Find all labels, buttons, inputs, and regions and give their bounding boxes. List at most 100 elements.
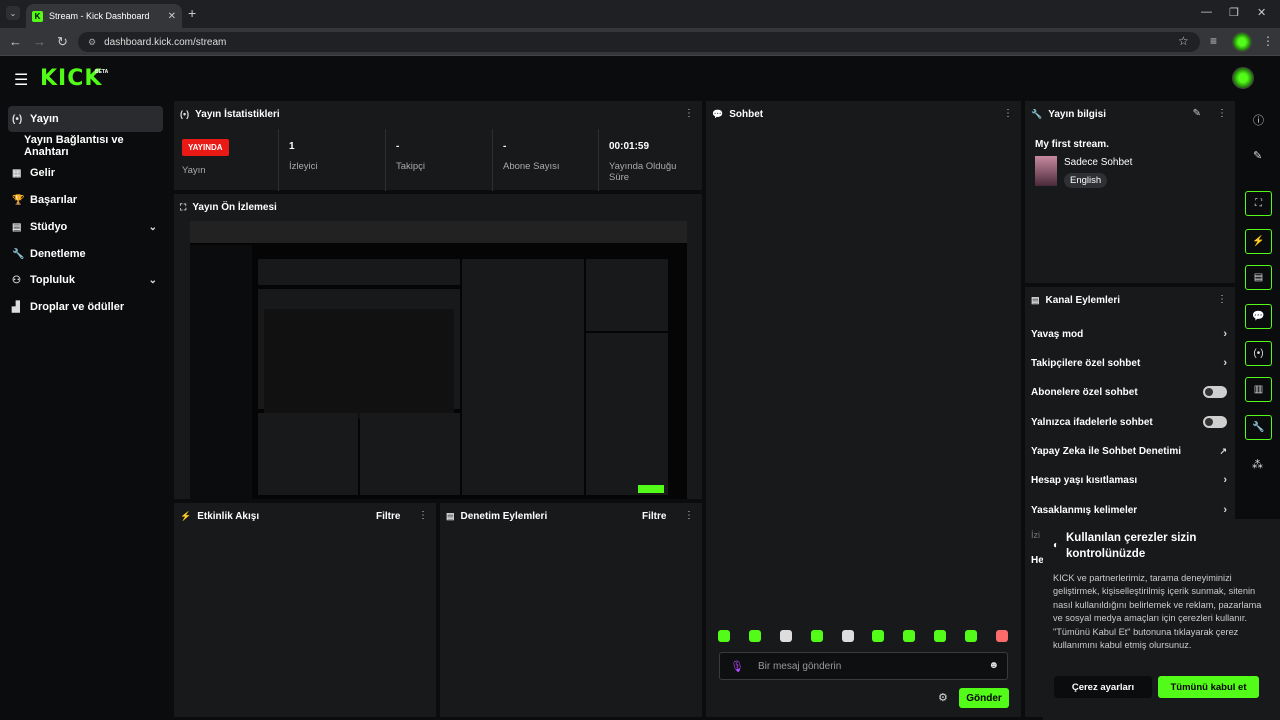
panel-header: ⛶ Yayın Ön İzlemesi	[174, 194, 702, 220]
back-icon[interactable]: ←	[9, 34, 22, 49]
emote-icon[interactable]	[779, 630, 792, 642]
microphone-icon[interactable]: 🎙	[730, 660, 744, 673]
hamburger-menu-icon[interactable]: ☰	[14, 70, 28, 90]
sidebar-item-label: Yayın Bağlantısı ve Anahtarı	[24, 134, 124, 158]
stat-subscribers: - Abone Sayısı	[492, 129, 560, 191]
sidebar-item-label: Stüdyo	[30, 221, 68, 233]
sidebar-item-label: Başarılar	[30, 194, 78, 206]
preview-nested-video	[264, 309, 454, 419]
sidebar-item-basarilar[interactable]: 🏆 Başarılar	[8, 187, 163, 213]
tab-list-icon[interactable]: ≡	[1210, 34, 1217, 48]
banned-words-row[interactable]: Yasaklanmış kelimeler ›	[1031, 500, 1229, 520]
moderation-toggle-icon[interactable]: ▤	[1245, 265, 1272, 290]
panel-title: Kanal Eylemleri	[1045, 294, 1120, 306]
more-options-icon[interactable]: ⋮	[684, 510, 694, 521]
bookmark-star-icon[interactable]: ☆	[1178, 34, 1189, 48]
stats-toggle-icon[interactable]: (•)	[1245, 341, 1272, 366]
tab-title: Stream - Kick Dashboard	[49, 11, 150, 21]
layout-icon[interactable]: ⁂	[1252, 458, 1263, 471]
emote-icon[interactable]	[718, 630, 730, 642]
chevron-right-icon: ›	[1223, 357, 1227, 369]
forward-icon[interactable]: →	[33, 34, 46, 49]
edit-icon[interactable]: ✎	[1253, 149, 1262, 162]
emote-icon[interactable]	[748, 630, 761, 642]
sidebar-item-denetleme[interactable]: 🔧 Denetleme	[8, 241, 163, 267]
emote-icon[interactable]	[934, 630, 947, 642]
user-avatar[interactable]	[1232, 67, 1254, 89]
row-label: Yavaş mod	[1031, 328, 1084, 340]
chevron-right-icon: ›	[1223, 474, 1227, 486]
address-bar-row: ← → ↻ ⚙ dashboard.kick.com/stream ☆ ≡ ⋮	[0, 28, 1280, 56]
chat-toggle-icon[interactable]: 💬	[1245, 304, 1272, 329]
site-info-icon[interactable]: ⚙	[88, 37, 96, 48]
more-options-icon[interactable]: ⋮	[418, 510, 428, 521]
new-tab-icon[interactable]: +	[188, 5, 196, 21]
stream-preview-video[interactable]	[190, 221, 687, 499]
url-field[interactable]: ⚙ dashboard.kick.com/stream	[78, 32, 1200, 52]
activity-toggle-icon[interactable]: ⚡	[1245, 229, 1272, 254]
emote-icon[interactable]	[841, 630, 854, 642]
browser-profile-avatar[interactable]	[1232, 32, 1252, 52]
subscribers-only-toggle[interactable]	[1203, 386, 1227, 398]
studio-icon: ▤	[12, 221, 22, 233]
trophy-icon: 🏆	[12, 194, 25, 206]
browser-tab[interactable]: K Stream - Kick Dashboard ✕	[26, 4, 182, 28]
slow-mode-row[interactable]: Yavaş mod ›	[1031, 324, 1229, 344]
partial-row-label: İzi	[1031, 530, 1040, 540]
sidebar-item-gelir[interactable]: ▦ Gelir	[8, 160, 163, 186]
maximize-icon[interactable]: ❐	[1229, 6, 1239, 19]
emote-icon[interactable]	[995, 630, 1008, 642]
emoji-picker-icon[interactable]: ☻	[988, 660, 999, 671]
emote-icon[interactable]	[810, 630, 823, 642]
sidebar-item-studyo[interactable]: ▤ Stüdyo ⌄	[8, 214, 163, 240]
sidebar-item-stream-key[interactable]: Yayın Bağlantısı ve Anahtarı	[20, 133, 170, 159]
sidebar-item-label: Gelir	[30, 167, 56, 179]
sidebar-item-droplar[interactable]: ▟ Droplar ve ödüller	[8, 294, 163, 320]
channel-actions-toggle-icon[interactable]: ▥	[1245, 377, 1272, 402]
chat-message-input[interactable]: 🎙 Bir mesaj gönderin ☻	[719, 652, 1008, 680]
chevron-down-icon: ⌄	[148, 221, 157, 233]
stat-viewers: 1 İzleyici	[278, 129, 318, 191]
url-text: dashboard.kick.com/stream	[104, 36, 227, 48]
kick-logo[interactable]: KICK	[40, 66, 102, 91]
row-label: Takipçilere özel sohbet	[1031, 357, 1141, 369]
emote-icon[interactable]	[872, 630, 885, 642]
language-tag: English	[1064, 173, 1108, 188]
minimize-icon[interactable]: —	[1201, 6, 1212, 18]
edit-pencil-icon[interactable]: ✎	[1193, 108, 1201, 119]
chat-settings-gear-icon[interactable]: ⚙	[938, 691, 948, 704]
preview-accent-button	[638, 485, 664, 493]
stat-label: Yayında Olduğu Süre	[609, 161, 677, 183]
browser-menu-icon[interactable]: ⋮	[1262, 34, 1274, 48]
reload-icon[interactable]: ↻	[57, 34, 68, 50]
emote-only-row: Yalnızca ifadelerle sohbet	[1031, 412, 1229, 432]
tab-search-icon[interactable]: ⌄	[6, 6, 20, 20]
more-options-icon[interactable]: ⋮	[684, 108, 694, 119]
live-badge: YAYINDA	[182, 139, 229, 156]
community-icon: ⚇	[12, 274, 21, 286]
stream-info-toggle-icon[interactable]: 🔧	[1245, 415, 1272, 440]
close-tab-icon[interactable]: ✕	[168, 11, 176, 22]
followers-only-row[interactable]: Takipçilere özel sohbet ›	[1031, 353, 1229, 373]
cookie-settings-button[interactable]: Çerez ayarları	[1054, 676, 1152, 698]
accept-all-cookies-button[interactable]: Tümünü kabul et	[1158, 676, 1259, 698]
preview-toggle-icon[interactable]: ⛶	[1245, 191, 1272, 216]
filter-button[interactable]: Filtre	[376, 511, 400, 522]
filter-button[interactable]: Filtre	[642, 511, 666, 522]
send-button[interactable]: Gönder	[959, 688, 1009, 708]
account-age-row[interactable]: Hesap yaşı kısıtlaması ›	[1031, 470, 1229, 490]
emote-icon[interactable]	[903, 630, 916, 642]
emote-only-toggle[interactable]	[1203, 416, 1227, 428]
close-window-icon[interactable]: ✕	[1257, 6, 1266, 19]
sidebar-item-topluluk[interactable]: ⚇ Topluluk ⌄	[8, 267, 163, 293]
ai-moderation-row[interactable]: Yapay Zeka ile Sohbet Denetimi ↗	[1031, 441, 1229, 461]
row-label: Yalnızca ifadelerle sohbet	[1031, 416, 1153, 428]
emote-icon[interactable]	[965, 630, 977, 642]
sidebar-item-yayin[interactable]: (•) Yayın	[8, 106, 163, 132]
more-options-icon[interactable]: ⋮	[1217, 294, 1227, 305]
row-label: Yasaklanmış kelimeler	[1031, 504, 1138, 516]
preview-panel	[586, 333, 668, 495]
info-icon[interactable]: ⓘ	[1253, 112, 1264, 128]
more-options-icon[interactable]: ⋮	[1217, 108, 1227, 119]
more-options-icon[interactable]: ⋮	[1003, 108, 1013, 119]
